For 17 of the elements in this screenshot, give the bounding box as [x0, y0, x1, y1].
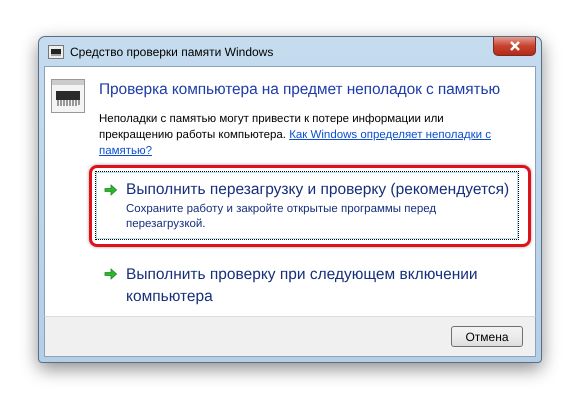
arrow-icon [104, 268, 117, 280]
close-icon [508, 41, 520, 51]
description-text: Неполадки с памятью могут привести к потере информации или прекращению работы компьютера. Как Windows определяет неполадки с памятью? [99, 112, 492, 159]
dialog-heading: Проверка компьютера на предмет неполадок с памятью [99, 81, 501, 99]
help-link[interactable]: памятью? [99, 145, 152, 157]
cancel-button[interactable]: Отмена [451, 326, 523, 347]
option-title: Выполнить перезагрузку и проверку (рекомендуется) [126, 180, 510, 200]
arrow-icon [104, 184, 117, 196]
option-title: Выполнить проверку при следующем включении компьютера [126, 265, 479, 307]
chip-icon [48, 44, 64, 58]
option-note: Сохраните работу и закройте открытые программы перед перезагрузкой. [126, 202, 438, 232]
command-link[interactable]: Выполнить проверку при следующем включении компьютера [95, 255, 519, 316]
close-button[interactable] [493, 37, 536, 56]
command-link[interactable]: Выполнить перезагрузку и проверку (рекомендуется) Сохраните работу и закройте открытые программы перед перезагрузкой. [95, 171, 519, 240]
memory-chip-icon [51, 79, 85, 113]
help-link[interactable]: Как Windows определяет неполадки с [289, 129, 491, 141]
window-title: Средство проверки памяти Windows [70, 44, 274, 58]
